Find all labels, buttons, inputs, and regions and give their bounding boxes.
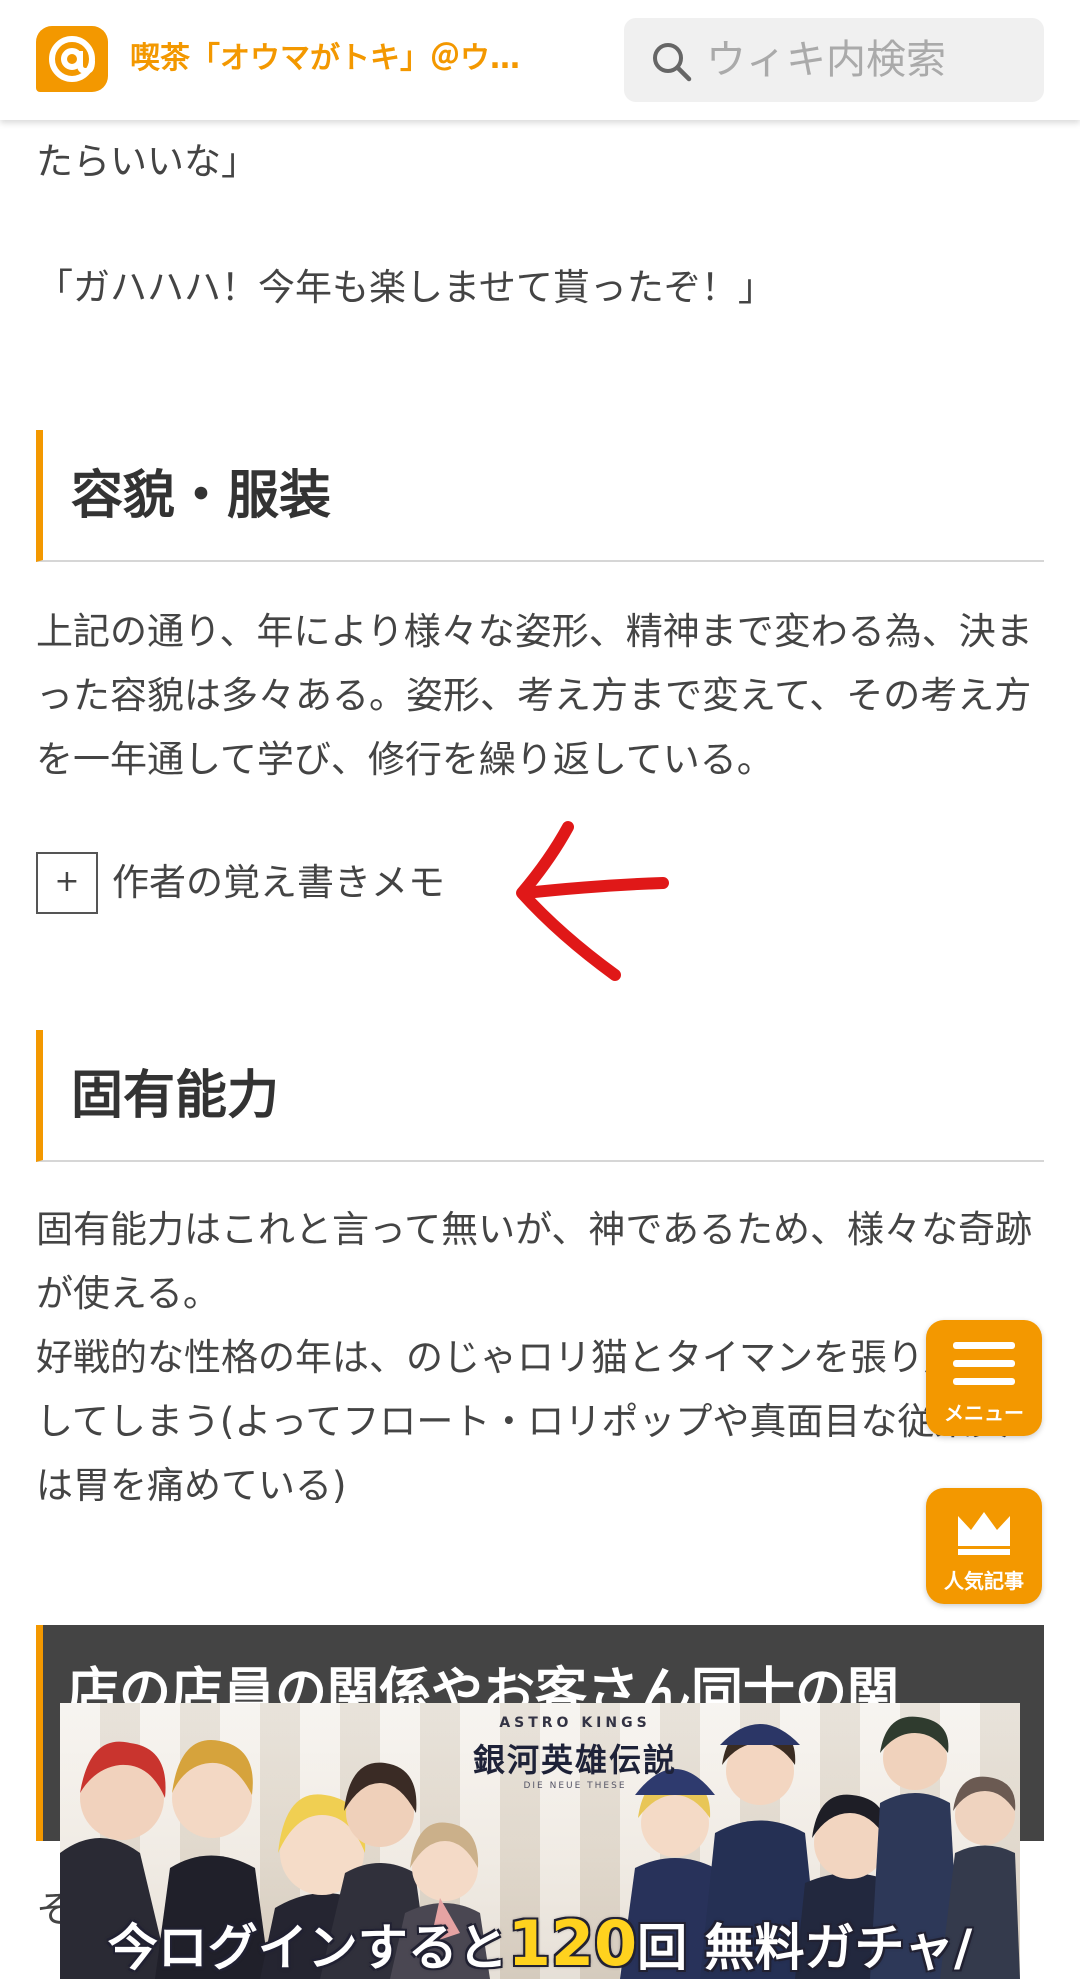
quote-text: 「ガハハハ！今年も楽しませて貰ったぞ！」 (36, 266, 775, 309)
expand-toggle-button[interactable]: + (36, 852, 98, 914)
appearance-paragraph: 上記の通り、年により様々な姿形、精神まで変わる為、決まった容貌は多々ある。姿形、… (36, 610, 1033, 781)
hamburger-menu-icon (953, 1342, 1015, 1396)
ad-cta-suffix: 回 無料ガチャ/ (637, 1919, 973, 1977)
ad-subtitle: DIE NEUE THESE (523, 1781, 627, 1791)
ad-title: 銀河英雄伝説 (472, 1741, 677, 1779)
menu-button[interactable]: メニュー (926, 1320, 1042, 1436)
ability-paragraph-2: 好戦的な性格の年は、のじゃロリ猫とタイマンを張り店を壊してしまう(よってフロート… (36, 1336, 1035, 1507)
site-header: 喫茶「オウマがトキ」＠ウ… (0, 0, 1080, 120)
crown-icon (958, 1512, 1010, 1555)
popular-button-label: 人気記事 (944, 1569, 1024, 1593)
ad-call-to-action[interactable]: 今ログインすると120回 無料ガチャ/ (60, 1909, 1020, 1979)
menu-button-label: メニュー (944, 1401, 1024, 1425)
search-box[interactable] (624, 18, 1044, 102)
at-mark-icon[interactable] (36, 26, 108, 92)
search-input[interactable] (706, 28, 1026, 92)
popular-articles-button[interactable]: 人気記事 (926, 1488, 1042, 1604)
section-title-ability: 固有能力 (71, 1066, 280, 1126)
section-heading-appearance: 容貌・服装 (36, 430, 1044, 562)
site-title[interactable]: 喫茶「オウマがトキ」＠ウ… (130, 36, 590, 82)
memo-label[interactable]: 作者の覚え書きメモ (112, 850, 445, 916)
section-title-appearance: 容貌・服装 (71, 466, 332, 526)
ad-brand: ASTRO KINGS (499, 1715, 651, 1731)
ability-paragraph-1: 固有能力はこれと言って無いが、神であるため、様々な奇跡が使える。 (36, 1208, 1033, 1315)
section-heading-ability: 固有能力 (36, 1030, 1044, 1162)
intro-tail-text: たらいいな」 (36, 140, 258, 183)
ad-cta-prefix: 今ログインすると (107, 1919, 508, 1977)
ad-banner[interactable]: ASTRO KINGS 銀河英雄伝説 DIE NEUE THESE 今ログインす… (60, 1703, 1020, 1979)
search-icon (653, 43, 692, 82)
red-arrow-annotation-icon (516, 821, 669, 981)
ad-cta-number: 120 (507, 1907, 638, 1979)
